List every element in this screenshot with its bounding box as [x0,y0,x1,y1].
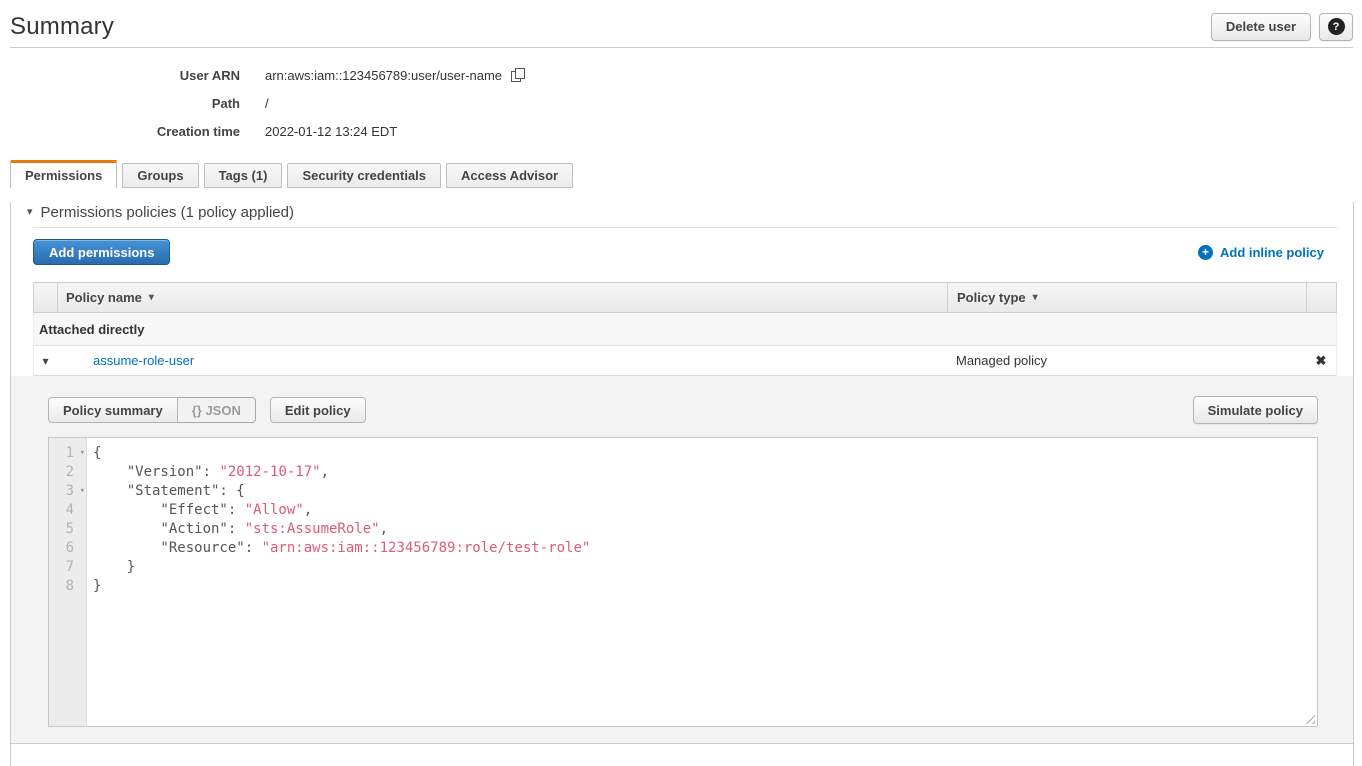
page-header: Summary Delete user ? [0,0,1362,45]
tab-tags[interactable]: Tags (1) [204,163,283,188]
tab-permissions[interactable]: Permissions [10,160,117,188]
tab-bar: Permissions Groups Tags (1) Security cre… [10,160,1354,188]
permissions-policies-section-toggle[interactable]: ▾ Permissions policies (1 policy applied… [27,202,1337,222]
policy-detail-expanded-area: Policy summary {} JSON Edit policy Simul… [11,376,1353,744]
policy-name-column-header: Policy name ▾ [57,283,947,312]
policy-name-link[interactable]: assume-role-user [93,353,194,368]
policy-summary-button[interactable]: Policy summary [48,397,178,423]
policies-table: Policy name ▾ Policy type ▾ Attached dir… [33,282,1337,376]
fold-caret-icon[interactable]: ▾ [80,482,85,501]
section-divider [33,227,1337,228]
json-button[interactable]: {} JSON [178,397,256,423]
plus-icon: + [1198,245,1213,260]
section-title: Permissions policies (1 policy applied) [41,204,294,221]
expander-column-header [34,283,57,312]
policy-type-column-header: Policy type ▾ [947,283,1306,312]
code-line: "Statement": { [93,482,1317,501]
header-actions: Delete user ? [1211,13,1353,41]
creation-time-label: Creation time [0,124,240,139]
tab-security-credentials[interactable]: Security credentials [287,163,441,188]
editor-line-number-gutter: 1▾ 2 3▾ 4 5 6 7 8 [49,438,87,726]
sort-caret-icon[interactable]: ▾ [1033,292,1038,303]
add-permissions-button[interactable]: Add permissions [33,239,170,265]
user-arn-label: User ARN [0,68,240,83]
table-header-row: Policy name ▾ Policy type ▾ [33,282,1337,313]
code-line: { [93,444,1317,463]
code-line: "Resource": "arn:aws:iam::123456789:role… [93,539,1317,558]
creation-time-value: 2022-01-12 13:24 EDT [265,124,397,139]
add-inline-policy-link[interactable]: + Add inline policy [1198,245,1324,260]
editor-code-area[interactable]: { "Version": "2012-10-17", "Statement": … [87,438,1317,726]
policy-type-cell: Managed policy [947,353,1306,368]
edit-policy-button[interactable]: Edit policy [270,397,366,423]
table-body: Attached directly ▾ assume-role-user Man… [33,313,1337,376]
collapse-row-icon[interactable]: ▾ [34,354,57,368]
simulate-policy-button[interactable]: Simulate policy [1193,396,1318,424]
policy-actions-row: Add permissions + Add inline policy [33,239,1337,265]
policy-detail-toolbar: Policy summary {} JSON Edit policy Simul… [48,397,1318,423]
tab-access-advisor[interactable]: Access Advisor [446,163,573,188]
sort-caret-icon[interactable]: ▾ [149,292,154,303]
json-policy-editor[interactable]: 1▾ 2 3▾ 4 5 6 7 8 { "Version": "2012-10-… [48,437,1318,727]
path-label: Path [0,96,240,111]
attached-directly-group-row: Attached directly [34,313,1336,346]
fold-caret-icon[interactable]: ▾ [80,444,85,463]
user-arn-value: arn:aws:iam::123456789:user/user-name [265,68,502,83]
code-line: } [93,577,1317,596]
creation-time-row: Creation time 2022-01-12 13:24 EDT [0,117,1362,145]
question-mark-icon: ? [1328,18,1345,35]
remove-policy-icon[interactable]: ✖ [1306,353,1336,369]
chevron-down-icon: ▾ [27,207,33,218]
help-button[interactable]: ? [1319,13,1353,41]
policy-row: ▾ assume-role-user Managed policy ✖ [34,346,1336,376]
header-divider [10,47,1353,48]
policy-name-cell: assume-role-user [57,353,947,368]
code-line: "Action": "sts:AssumeRole", [93,520,1317,539]
path-row: Path / [0,89,1362,117]
code-line: "Version": "2012-10-17", [93,463,1317,482]
tab-groups[interactable]: Groups [122,163,198,188]
path-value: / [265,96,269,111]
actions-column-header [1306,283,1336,312]
permissions-tab-panel: ▾ Permissions policies (1 policy applied… [10,202,1354,766]
page-title: Summary [10,13,114,41]
delete-user-button[interactable]: Delete user [1211,13,1311,41]
copy-icon[interactable] [511,68,526,83]
code-line: } [93,558,1317,577]
code-line: "Effect": "Allow", [93,501,1317,520]
user-details: User ARN arn:aws:iam::123456789:user/use… [0,61,1362,145]
user-arn-row: User ARN arn:aws:iam::123456789:user/use… [0,61,1362,89]
